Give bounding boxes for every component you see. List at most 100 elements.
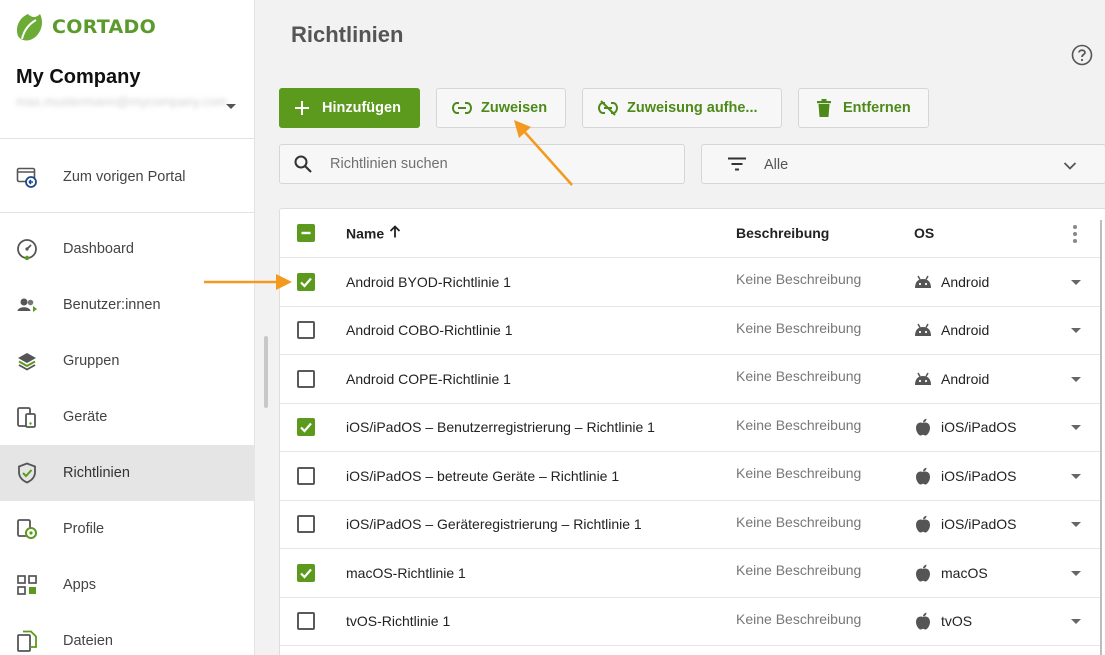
os-filter-select[interactable]: Alle (701, 144, 1105, 184)
os-label: Android (941, 273, 990, 290)
apple-icon (914, 564, 932, 582)
row-checkbox[interactable] (297, 272, 315, 291)
row-expand-caret-icon[interactable] (1071, 522, 1081, 528)
row-expand-caret-icon[interactable] (1071, 328, 1081, 334)
sidebar-item-label: Benutzer:innen (63, 297, 161, 313)
row-expand-caret-icon[interactable] (1071, 619, 1081, 625)
apple-icon (914, 467, 932, 485)
profile-gear-icon (16, 518, 38, 540)
add-button-label: Hinzufügen (322, 100, 401, 116)
sidebar-item-groups[interactable]: Gruppen (0, 333, 255, 389)
table-scrollbar[interactable] (1100, 220, 1102, 655)
devices-icon (16, 406, 38, 428)
sidebar-item-label: Richtlinien (63, 465, 130, 481)
assign-button-label: Zuweisen (481, 100, 548, 116)
os-label: Android (941, 370, 990, 387)
users-icon (16, 294, 38, 316)
speedometer-icon (16, 238, 38, 260)
row-expand-caret-icon[interactable] (1071, 473, 1081, 479)
apple-icon (914, 515, 932, 533)
policy-name[interactable]: tvOS-Richtlinie 1 (346, 613, 450, 629)
sidebar-item-profiles[interactable]: Profile (0, 501, 255, 557)
row-checkbox[interactable] (297, 418, 315, 437)
sidebar-scrollbar[interactable] (264, 336, 268, 408)
sidebar-item-label: Zum vorigen Portal (63, 169, 186, 185)
policy-name[interactable]: macOS-Richtlinie 1 (346, 565, 466, 581)
remove-button[interactable]: Entfernen (798, 88, 929, 128)
row-expand-caret-icon[interactable] (1071, 279, 1081, 285)
row-checkbox[interactable] (297, 612, 315, 631)
policy-name[interactable]: Android COBO-Richtlinie 1 (346, 322, 513, 338)
search-input[interactable] (330, 145, 670, 183)
cortado-logo[interactable]: CORTADO (14, 12, 156, 42)
policy-description: Keine Beschreibung (736, 610, 862, 627)
sidebar-item-apps[interactable]: Apps (0, 557, 255, 613)
portal-back-icon (16, 166, 38, 188)
search-box (279, 144, 685, 184)
row-expand-caret-icon[interactable] (1071, 376, 1081, 382)
apple-icon (914, 418, 932, 436)
column-header-name-label: Name (346, 225, 385, 241)
link-icon (451, 101, 473, 115)
policy-name[interactable]: Android BYOD-Richtlinie 1 (346, 274, 511, 290)
add-button[interactable]: Hinzufügen (279, 88, 420, 128)
policy-os: Android (914, 321, 989, 339)
sidebar-divider (0, 212, 255, 213)
unassign-button-label: Zuweisung aufhe... (627, 100, 758, 116)
table-row[interactable]: tvOS-Richtlinie 1 Keine Beschreibung tvOS (280, 598, 1102, 646)
table-row[interactable]: Android COBO-Richtlinie 1 Keine Beschreib… (280, 307, 1102, 355)
table-row[interactable]: iOS/iPadOS – Geräteregistrierung – Richt… (280, 501, 1102, 549)
apps-grid-icon (16, 574, 38, 596)
row-expand-caret-icon[interactable] (1071, 570, 1081, 576)
column-header-description[interactable]: Beschreibung (736, 225, 829, 241)
column-options-kebab-icon[interactable] (1073, 225, 1077, 243)
table-row[interactable]: iOS/iPadOS – betreute Geräte – Richtlini… (280, 452, 1102, 501)
sidebar-item-dashboard[interactable]: Dashboard (0, 221, 255, 277)
table-row[interactable]: macOS-Richtlinie 1 Keine Beschreibung macO… (280, 549, 1102, 598)
sidebar-item-policies[interactable]: Richtlinien (0, 445, 255, 501)
android-icon (914, 273, 932, 291)
checkmark-icon (300, 277, 312, 288)
row-checkbox[interactable] (297, 563, 315, 582)
sidebar-item-users[interactable]: Benutzer:innen (0, 277, 255, 333)
table-row[interactable]: iOS/iPadOS – Benutzerregistrierung – Ric… (280, 404, 1102, 452)
os-label: iOS/iPadOS (941, 467, 1017, 484)
os-label: macOS (941, 564, 988, 581)
assign-button[interactable]: Zuweisen (436, 88, 566, 128)
filter-selected-value: Alle (764, 157, 789, 173)
policy-name[interactable]: Android COPE-Richtlinie 1 (346, 371, 511, 387)
shield-check-icon (16, 462, 38, 484)
row-expand-caret-icon[interactable] (1071, 425, 1081, 431)
policy-description: Keine Beschreibung (736, 319, 862, 336)
search-icon (294, 155, 312, 178)
row-checkbox[interactable] (297, 369, 315, 388)
policy-name[interactable]: iOS/iPadOS – Benutzerregistrierung – Ric… (346, 419, 655, 435)
row-checkbox[interactable] (297, 321, 315, 340)
policy-os: Android (914, 370, 989, 388)
select-all-checkbox[interactable] (297, 224, 315, 242)
policy-name[interactable]: iOS/iPadOS – betreute Geräte – Richtlini… (346, 468, 619, 484)
sidebar-item-devices[interactable]: Geräte (0, 389, 255, 445)
table-row[interactable]: Android COPE-Richtlinie 1 Keine Beschreib… (280, 355, 1102, 404)
sidebar-item-label: Profile (63, 521, 105, 537)
sidebar-item-files[interactable]: Dateien (0, 613, 255, 655)
company-name[interactable]: My Company (16, 66, 140, 89)
policy-os: macOS (914, 564, 988, 582)
column-header-name[interactable]: Name (346, 225, 402, 242)
os-label: Android (941, 322, 990, 339)
sidebar-item-previous-portal[interactable]: Zum vorigen Portal (0, 149, 255, 205)
sidebar-item-label: Geräte (63, 409, 108, 425)
row-checkbox[interactable] (297, 466, 315, 485)
help-icon[interactable] (1071, 44, 1093, 66)
layers-icon (16, 350, 38, 372)
checkmark-icon (300, 568, 312, 579)
unassign-button[interactable]: Zuweisung aufhe... (582, 88, 782, 128)
column-header-os[interactable]: OS (914, 225, 934, 241)
account-dropdown-caret-icon[interactable] (226, 104, 236, 109)
sidebar: CORTADO My Company max.mustermann@mycomp… (0, 0, 255, 655)
policy-name[interactable]: iOS/iPadOS – Geräteregistrierung – Richt… (346, 516, 642, 532)
table-row[interactable]: Android BYOD-Richtlinie 1 Keine Beschreib… (280, 258, 1102, 307)
row-checkbox[interactable] (297, 515, 315, 534)
android-icon (914, 370, 932, 388)
files-icon (16, 630, 38, 652)
